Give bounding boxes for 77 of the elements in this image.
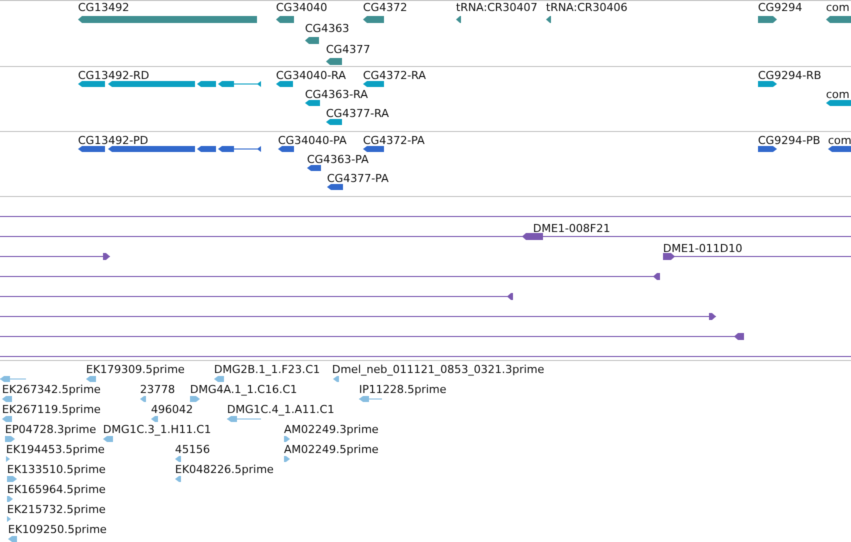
feature-arrow[interactable] bbox=[363, 81, 384, 87]
feature-label: DMG1C.3_1.H11.C1 bbox=[103, 423, 212, 436]
feature-label: CG4372 bbox=[363, 1, 408, 14]
feature-label: CG4377-RA bbox=[326, 107, 389, 120]
feature-label: CG13492-RD bbox=[78, 69, 150, 82]
feature-label: com bbox=[826, 88, 850, 101]
feature-arrow[interactable] bbox=[363, 16, 384, 23]
feature-label: com bbox=[828, 134, 851, 147]
feature-arrow[interactable] bbox=[305, 100, 320, 106]
feature-arrow[interactable] bbox=[278, 146, 294, 152]
feature-arrow[interactable] bbox=[276, 16, 294, 23]
feature-label: CG13492 bbox=[78, 1, 130, 14]
feature-arrow[interactable] bbox=[327, 184, 343, 190]
feature-label: EK267342.5prime bbox=[2, 383, 101, 396]
clone-line[interactable] bbox=[0, 313, 716, 320]
feature-label: com bbox=[826, 1, 850, 14]
feature-arrow[interactable] bbox=[276, 81, 293, 87]
feature-label: EK267119.5prime bbox=[2, 403, 101, 416]
feature-label: CG9294 bbox=[758, 1, 802, 14]
feature-label: CG4372-RA bbox=[363, 69, 426, 82]
clone-line[interactable] bbox=[0, 333, 744, 340]
feature-arrow[interactable] bbox=[326, 58, 342, 65]
feature-label: CG4363-PA bbox=[307, 153, 369, 166]
feature-label: Dmel_neb_011121_0853_0321.3prime bbox=[332, 363, 544, 376]
feature-label: EK109250.5prime bbox=[8, 523, 107, 536]
feature-label: CG4363 bbox=[305, 22, 350, 35]
feature-label: EK048226.5prime bbox=[175, 463, 274, 476]
feature-arrow[interactable] bbox=[828, 146, 851, 152]
feature-arrow[interactable] bbox=[546, 16, 551, 23]
feature-label: 45156 bbox=[175, 443, 210, 456]
clone-line[interactable] bbox=[0, 253, 110, 260]
feature-arrow[interactable] bbox=[758, 81, 777, 87]
feature-label: CG4377 bbox=[326, 43, 370, 56]
feature-arrow[interactable] bbox=[363, 146, 384, 152]
feature-label: tRNA:CR30407 bbox=[456, 1, 538, 14]
feature-label: 496042 bbox=[151, 403, 193, 416]
clone-line[interactable] bbox=[663, 253, 851, 260]
feature-arrow[interactable] bbox=[307, 165, 321, 171]
feature-label: DMG1C.4_1.A11.C1 bbox=[227, 403, 334, 416]
feature-label: CG34040-PA bbox=[278, 134, 347, 147]
feature-label: AM02249.5prime bbox=[284, 443, 379, 456]
feature-label: DMG4A.1_1.C16.C1 bbox=[190, 383, 298, 396]
clone-line[interactable] bbox=[0, 293, 513, 300]
clone-line[interactable] bbox=[0, 213, 851, 220]
feature-label: CG4372-PA bbox=[363, 134, 425, 147]
feature-arrow[interactable] bbox=[305, 37, 319, 44]
feature-label: CG13492-PD bbox=[78, 134, 148, 147]
feature-label: CG9294-PB bbox=[758, 134, 820, 147]
feature-label: EK133510.5prime bbox=[7, 463, 106, 476]
feature-arrow[interactable] bbox=[78, 81, 261, 87]
feature-label: EP04728.3prime bbox=[5, 423, 96, 436]
feature-label: IP11228.5prime bbox=[359, 383, 446, 396]
feature-label: CG4363-RA bbox=[305, 88, 368, 101]
clone-line[interactable] bbox=[0, 353, 851, 360]
feature-label: AM02249.3prime bbox=[284, 423, 379, 436]
feature-label: tRNA:CR30406 bbox=[546, 1, 628, 14]
feature-label: DME1-008F21 bbox=[533, 222, 610, 235]
feature-label: EK165964.5prime bbox=[7, 483, 106, 496]
feature-label: CG4377-PA bbox=[327, 172, 389, 185]
feature-label: DMG2B.1_1.F23.C1 bbox=[214, 363, 320, 376]
feature-arrow[interactable] bbox=[826, 16, 851, 23]
feature-label: CG9294-RB bbox=[758, 69, 822, 82]
feature-label: DME1-011D10 bbox=[663, 242, 742, 255]
feature-arrow[interactable] bbox=[758, 146, 777, 152]
clone-line[interactable] bbox=[0, 233, 851, 240]
feature-arrow[interactable] bbox=[456, 16, 461, 23]
feature-label: 23778 bbox=[140, 383, 175, 396]
feature-label: EK179309.5prime bbox=[86, 363, 185, 376]
feature-arrow[interactable] bbox=[758, 16, 777, 23]
feature-label: CG34040-RA bbox=[276, 69, 346, 82]
feature-arrow[interactable] bbox=[78, 146, 261, 152]
feature-arrow[interactable] bbox=[826, 100, 851, 106]
feature-label: EK194453.5prime bbox=[6, 443, 105, 456]
feature-label: CG34040 bbox=[276, 1, 328, 14]
feature-label: EK215732.5prime bbox=[7, 503, 106, 516]
clone-line[interactable] bbox=[0, 273, 660, 280]
feature-arrow[interactable] bbox=[326, 119, 342, 125]
